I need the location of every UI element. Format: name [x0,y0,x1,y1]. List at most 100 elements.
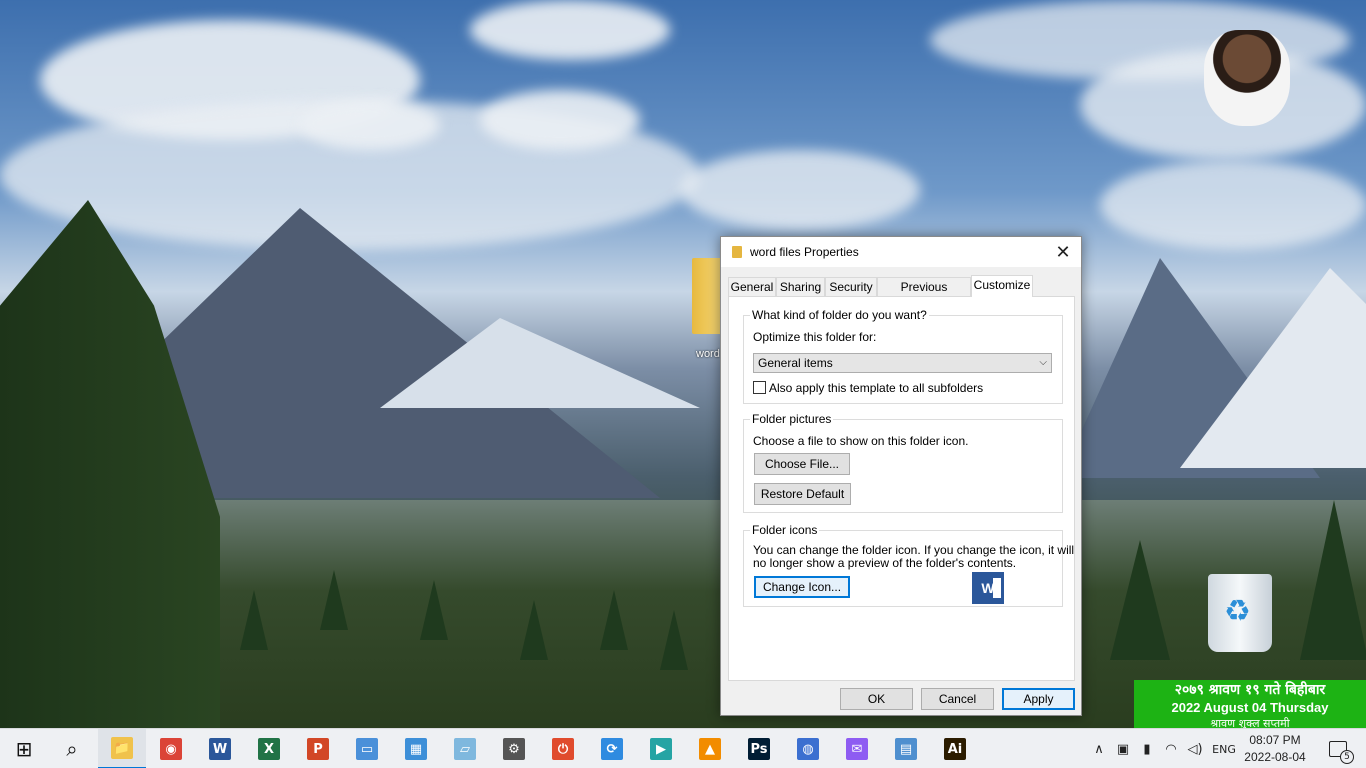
apply-button[interactable]: Apply [1002,688,1075,710]
clock-time: 08:07 PM [1249,733,1301,747]
search-button[interactable]: ⌕ [48,729,96,768]
folder-icon [732,246,742,258]
date-widget-english-date: 2022 August 04 Thursday [1171,700,1329,715]
folder-pictures-group: Folder pictures Choose a file to show on… [743,412,1063,513]
notepad-icon: ▱ [454,738,476,760]
taskbar-app-chrome[interactable]: ◉ [147,729,195,768]
taskbar-app-illustrator[interactable]: Ai [931,729,979,768]
chrome-icon: ◉ [160,738,182,760]
illustrator-icon: Ai [944,738,966,760]
close-button[interactable]: ✕ [1051,240,1075,264]
excel-icon: X [258,738,280,760]
dialog-title: word files Properties [750,245,859,259]
file-explorer-icon: 📁 [111,737,133,759]
filmora-icon: ▶ [650,738,672,760]
taskbar-app-file-explorer[interactable]: 📁 [98,729,146,768]
power-icon: ⏻ [552,738,574,760]
battery-button[interactable]: ▮ [1136,729,1158,768]
tab-general[interactable]: General [728,277,776,297]
photoshop-icon: Ps [748,738,770,760]
battery-icon: ▮ [1143,741,1151,757]
taskbar-app-window-app[interactable]: ▤ [882,729,930,768]
properties-dialog: word files Properties ✕ General Sharing … [720,236,1082,716]
folder-icons-description-line2: no longer show a preview of the folder's… [753,556,1017,570]
word-viewer-icon: ◍ [797,738,819,760]
taskbar-app-word[interactable]: W [196,729,244,768]
nepali-date-widget: २०७९ श्रावण १९ गते बिहीबार 2022 August 0… [1134,680,1366,728]
subfolders-checkbox[interactable] [753,381,766,394]
dialog-titlebar[interactable]: word files Properties ✕ [721,237,1081,267]
chevron-up-icon: ∧ [1094,741,1104,757]
taskbar-app-vlc[interactable]: ▲ [686,729,734,768]
volume-icon: ◁) [1187,741,1203,757]
taskbar-app-filmora[interactable]: ▶ [637,729,685,768]
taskbar-app-photoshop[interactable]: Ps [735,729,783,768]
customize-panel: What kind of folder do you want? Optimiz… [728,296,1075,681]
tab-customize[interactable]: Customize [971,275,1033,297]
folder-pictures-description: Choose a file to show on this folder ico… [753,434,969,448]
tab-security[interactable]: Security [825,277,877,297]
cancel-button[interactable]: Cancel [921,688,994,710]
meet-icon: ▣ [1116,741,1130,757]
ok-button[interactable]: OK [840,688,913,710]
taskbar-app-sync[interactable]: ⟳ [588,729,636,768]
restore-default-button[interactable]: Restore Default [754,483,851,505]
sync-icon: ⟳ [601,738,623,760]
folder-icon [692,258,722,334]
this-pc-icon: ▭ [356,738,378,760]
folder-icons-group: Folder icons You can change the folder i… [743,523,1074,607]
optimize-dropdown[interactable]: General items ⌵ [753,353,1052,373]
control-panel-icon: ▦ [405,738,427,760]
change-icon-button[interactable]: Change Icon... [754,576,850,598]
show-hidden-icons-button[interactable]: ∧ [1088,729,1110,768]
vlc-icon: ▲ [699,738,721,760]
taskbar-app-notepad[interactable]: ▱ [441,729,489,768]
word-document-icon: W [972,572,1004,604]
subfolders-label[interactable]: Also apply this template to all subfolde… [769,381,983,395]
notification-icon: 5 [1329,741,1354,764]
window-app-icon: ▤ [895,738,917,760]
desktop-wallpaper [0,0,1366,728]
taskbar-app-this-pc[interactable]: ▭ [343,729,391,768]
taskbar-app-settings[interactable]: ⚙ [490,729,538,768]
clock[interactable]: 08:07 PM 2022-08-04 [1242,732,1308,766]
optimize-label: Optimize this folder for: [753,330,877,344]
date-widget-nepali-date: २०७९ श्रावण १९ गते बिहीबार [1174,682,1326,698]
tab-previous-versions[interactable]: Previous Versions [877,277,971,312]
date-widget-tithi: श्रावण शुक्ल सप्तमी [1210,717,1290,728]
optimize-dropdown-value: General items [758,356,833,370]
powerpoint-icon: P [307,738,329,760]
folder-kind-group: What kind of folder do you want? Optimiz… [743,308,1063,404]
taskbar: ⊞ ⌕ 📁 ◉ W X P ▭ ▦ ▱ ⚙ ⏻ ⟳ ▶ ▲ Ps ◍ ✉ ▤ Ai ∧ ▣ ▮ ◠ ◁) ENG … [0,728,1366,768]
taskbar-app-word-viewer[interactable]: ◍ [784,729,832,768]
profile-photo-widget [1204,30,1290,126]
chevron-down-icon: ⌵ [1039,357,1047,368]
volume-button[interactable]: ◁) [1183,729,1207,768]
taskbar-app-powerpoint[interactable]: P [294,729,342,768]
folder-icons-legend: Folder icons [750,523,820,537]
recycle-bin[interactable]: ♻ [1202,566,1278,652]
wifi-icon: ◠ [1165,741,1177,757]
word-icon: W [209,738,231,760]
taskbar-app-messenger[interactable]: ✉ [833,729,881,768]
meet-now-button[interactable]: ▣ [1112,729,1134,768]
start-button[interactable]: ⊞ [0,729,48,768]
desktop-folder-word-files[interactable]: word [692,258,722,360]
folder-kind-legend: What kind of folder do you want? [750,308,929,322]
taskbar-app-excel[interactable]: X [245,729,293,768]
windows-icon: ⊞ [15,737,33,761]
notification-count: 5 [1340,750,1354,764]
network-button[interactable]: ◠ [1160,729,1182,768]
folder-pictures-legend: Folder pictures [750,412,834,426]
tab-sharing[interactable]: Sharing [776,277,825,297]
language-label: ENG [1212,742,1236,756]
desktop-folder-label: word [696,348,720,360]
taskbar-app-power[interactable]: ⏻ [539,729,587,768]
notifications-button[interactable]: 5 [1318,729,1358,768]
choose-file-button[interactable]: Choose File... [754,453,850,475]
taskbar-app-control-panel[interactable]: ▦ [392,729,440,768]
language-indicator[interactable]: ENG [1208,729,1240,768]
search-icon: ⌕ [66,737,78,761]
clock-date: 2022-08-04 [1244,750,1306,764]
settings-icon: ⚙ [503,738,525,760]
